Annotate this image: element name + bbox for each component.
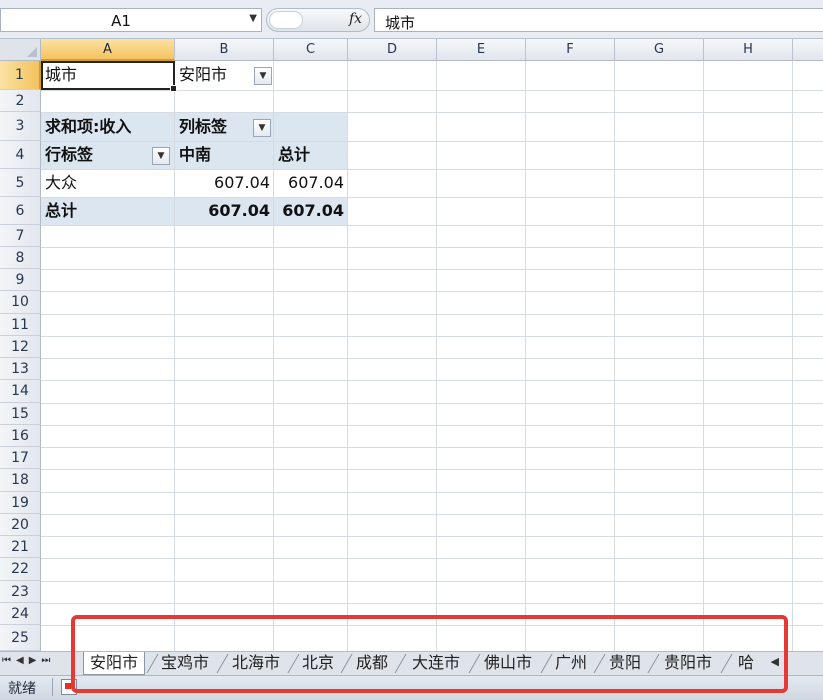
row-header-6[interactable]: 6 [0,197,41,225]
tab-ha[interactable]: 哈 [731,652,761,674]
row-header-4[interactable]: 4 [0,141,41,169]
row-header-1[interactable]: 1 [0,61,41,90]
row-header-24[interactable]: 24 [0,603,41,625]
macro-record-icon[interactable] [61,679,77,695]
row-header-9[interactable]: 9 [0,269,41,291]
tab-guangzhou[interactable]: 广州 [550,652,592,674]
insert-function-icon[interactable]: fx [349,11,362,27]
tab-foshan[interactable]: 佛山市 [478,652,538,674]
row-header-15[interactable]: 15 [0,403,41,425]
tab-guiyang[interactable]: 贵阳 [604,652,646,674]
splitter-handle[interactable] [269,11,303,29]
status-ready: 就绪 [8,681,36,697]
column-header-c[interactable]: C [274,39,348,61]
cell-b3[interactable]: 列标签 [179,116,227,138]
row-header-18[interactable]: 18 [0,469,41,492]
cell-b1[interactable]: 安阳市 [179,64,227,86]
row-header-10[interactable]: 10 [0,291,41,314]
formula-controls: fx [266,8,370,32]
tab-beijing[interactable]: 北京 [298,652,338,674]
cell-a5[interactable]: 大众 [45,172,77,194]
cell-a4[interactable]: 行标签 [45,144,93,166]
row-labels-dropdown-icon[interactable]: ▼ [152,147,170,165]
select-all-button[interactable] [0,39,41,61]
cell-b4[interactable]: 中南 [179,144,211,166]
formula-input[interactable]: 城市 [374,8,823,32]
tab-navigation-arrows-icon[interactable]: ⏮◀▶⏭ [2,655,55,666]
column-header-g[interactable]: G [615,39,704,61]
formula-bar: A1 ▼ fx 城市 [0,0,823,39]
sheet-tab-bar: ⏮◀▶⏭ 安阳市 宝鸡市 北海市 北京 成都 大连市 佛山市 广州 贵阳 贵阳市… [0,651,823,675]
name-box[interactable]: A1 ▼ [0,8,262,32]
cell-c4[interactable]: 总计 [278,144,310,166]
active-cell-border [41,61,177,92]
row-header-22[interactable]: 22 [0,558,41,581]
row-header-25[interactable]: 25 [0,625,41,651]
row-header-14[interactable]: 14 [0,380,41,403]
column-header-a[interactable]: A [41,39,175,61]
cell-b6[interactable]: 607.04 [175,200,270,222]
row-header-5[interactable]: 5 [0,169,41,197]
row-header-23[interactable]: 23 [0,581,41,603]
tab-guiyangshi[interactable]: 贵阳市 [658,652,718,674]
tab-dalian[interactable]: 大连市 [406,652,466,674]
row-header-20[interactable]: 20 [0,514,41,536]
column-header-partial[interactable] [793,39,823,61]
filter-icon[interactable]: ▼ [254,67,272,85]
row-header-3[interactable]: 3 [0,112,41,141]
column-labels-dropdown-icon[interactable]: ▼ [253,119,271,137]
row-header-12[interactable]: 12 [0,336,41,358]
row-header-16[interactable]: 16 [0,425,41,447]
column-header-e[interactable]: E [437,39,526,61]
row-header-13[interactable]: 13 [0,358,41,380]
row-header-7[interactable]: 7 [0,225,41,247]
row-header-8[interactable]: 8 [0,247,41,269]
row-header-2[interactable]: 2 [0,90,41,112]
row-header-21[interactable]: 21 [0,536,41,558]
row-header-17[interactable]: 17 [0,447,41,469]
cell-a6[interactable]: 总计 [45,200,77,222]
tab-scroll-left-icon[interactable]: ◀ [771,655,779,668]
name-box-value: A1 [111,12,131,30]
column-header-d[interactable]: D [348,39,437,61]
tab-anyang[interactable]: 安阳市 [83,652,145,675]
column-header-h[interactable]: H [704,39,793,61]
chevron-down-icon[interactable]: ▼ [249,13,257,24]
row-header-11[interactable]: 11 [0,314,41,336]
cell-c6[interactable]: 607.04 [274,200,344,222]
cell-c5[interactable]: 607.04 [274,172,344,194]
tab-beihai[interactable]: 北海市 [227,652,285,674]
tab-chengdu[interactable]: 成都 [352,652,392,674]
tab-baoji[interactable]: 宝鸡市 [156,652,214,674]
column-header-b[interactable]: B [175,39,274,61]
column-header-f[interactable]: F [526,39,615,61]
formula-value: 城市 [385,14,416,32]
status-bar: 就绪 [0,675,823,700]
cell-b5[interactable]: 607.04 [175,172,270,194]
cell-a3[interactable]: 求和项:收入 [45,116,131,138]
row-header-19[interactable]: 19 [0,492,41,514]
